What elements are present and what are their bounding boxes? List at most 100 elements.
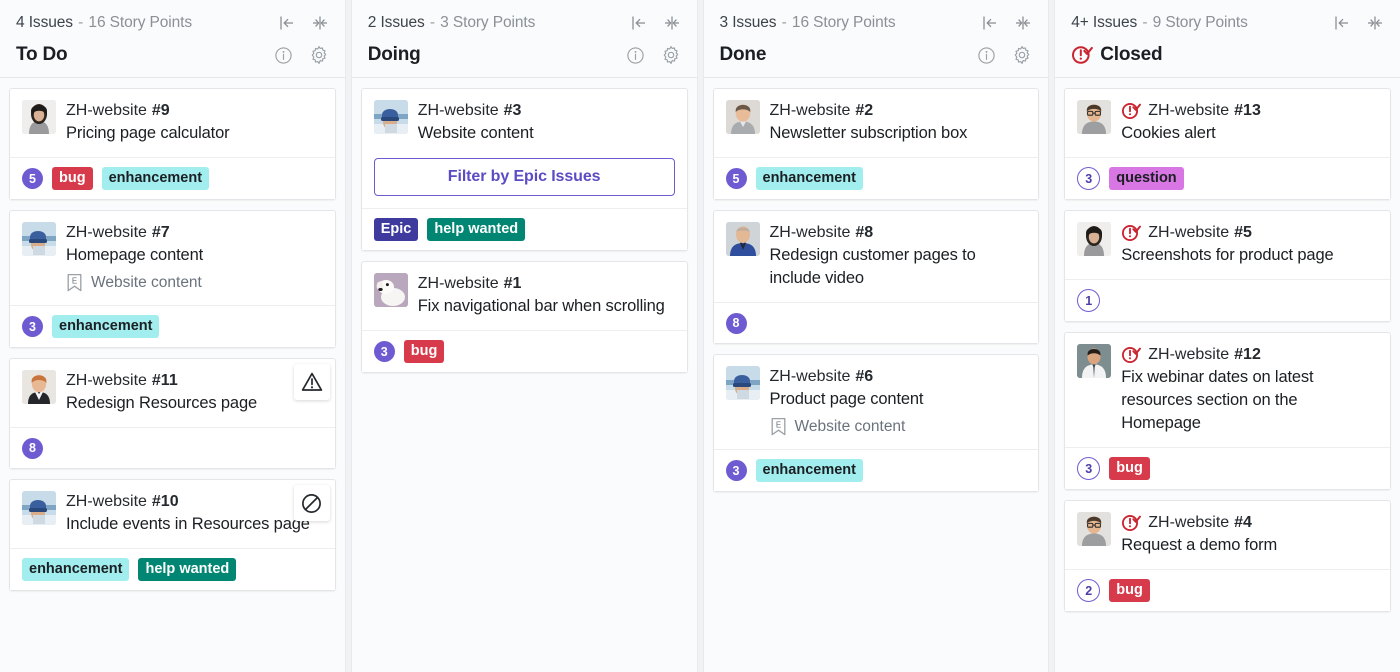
- story-points-badge[interactable]: 8: [725, 312, 747, 334]
- label-chip[interactable]: bug: [1109, 457, 1150, 480]
- issue-card[interactable]: ZH-website #7 Homepage content E Website con…: [9, 210, 336, 348]
- story-points-badge[interactable]: 3: [1077, 167, 1101, 190]
- gear-icon[interactable]: [309, 45, 329, 65]
- epic-link[interactable]: E Website content: [770, 417, 1027, 437]
- issue-reference: ZH-website #3: [418, 100, 675, 121]
- info-icon[interactable]: [977, 46, 996, 65]
- board-column-doing: 2 Issues - 3 Story Points Doing ZH-website…: [351, 0, 697, 672]
- avatar[interactable]: [22, 491, 56, 525]
- collapse-left-icon[interactable]: [1333, 14, 1351, 32]
- filter-by-epic-issues-button[interactable]: Filter by Epic Issues: [373, 158, 675, 196]
- collapse-left-icon[interactable]: [981, 14, 999, 32]
- label-chip[interactable]: bug: [1109, 579, 1150, 602]
- issue-title[interactable]: Fix webinar dates on latest resources se…: [1121, 366, 1378, 435]
- board-column-closed: 4+ Issues - 9 Story Points Closed ZH-websi…: [1055, 0, 1400, 672]
- info-icon[interactable]: [274, 46, 293, 65]
- label-chip[interactable]: bug: [403, 340, 445, 363]
- collapse-both-icon[interactable]: [663, 14, 681, 32]
- issue-number: #2: [855, 102, 874, 119]
- issue-title[interactable]: Include events in Resources page: [66, 513, 323, 536]
- issue-number: #10: [151, 493, 179, 510]
- column-title-label: Doing: [367, 44, 421, 65]
- avatar[interactable]: [725, 366, 760, 400]
- collapse-both-icon[interactable]: [311, 14, 329, 32]
- issue-card-footer: 2 bug: [1065, 569, 1390, 611]
- issue-card[interactable]: ZH-website #3 Website content Filter by Epi…: [360, 88, 688, 251]
- issue-repo-name: ZH-website: [66, 493, 147, 510]
- collapse-left-icon[interactable]: [630, 14, 648, 32]
- avatar[interactable]: [22, 100, 56, 134]
- issue-card[interactable]: ZH-website #1 Fix navigational bar when sc…: [360, 261, 688, 373]
- issue-repo-name: ZH-website: [769, 368, 851, 385]
- issue-title[interactable]: Fix navigational bar when scrolling: [418, 295, 675, 318]
- issue-title[interactable]: Cookies alert: [1121, 122, 1378, 145]
- label-chip[interactable]: help wanted: [427, 218, 526, 241]
- story-points-badge[interactable]: 3: [725, 460, 747, 481]
- avatar[interactable]: [1077, 344, 1112, 378]
- issue-title[interactable]: Pricing page calculator: [66, 122, 323, 145]
- issue-number: #13: [1234, 102, 1261, 119]
- issue-card[interactable]: ZH-website #9 Pricing page calculator 5 bug e…: [9, 88, 336, 200]
- avatar[interactable]: [725, 222, 760, 256]
- label-chip[interactable]: enhancement: [755, 167, 863, 190]
- issue-card-text: ZH-website #2 Newsletter subscription box: [770, 100, 1027, 145]
- story-points-badge[interactable]: 5: [725, 168, 747, 189]
- issue-card[interactable]: ZH-website #13 Cookies alert 3 question: [1064, 88, 1391, 200]
- gear-icon[interactable]: [1012, 45, 1032, 65]
- label-chip[interactable]: help wanted: [138, 558, 237, 581]
- avatar[interactable]: [22, 370, 56, 404]
- column-stats-separator: -: [1138, 14, 1152, 31]
- issue-card[interactable]: ZH-website #8 Redesign customer pages to i…: [712, 210, 1040, 344]
- issue-card[interactable]: ZH-website #11 Redesign Resources page 8: [9, 358, 336, 469]
- issue-card[interactable]: ZH-website #6 Product page content E Website…: [712, 354, 1040, 492]
- collapse-left-icon[interactable]: [278, 14, 296, 32]
- info-icon[interactable]: [626, 46, 645, 65]
- story-points-badge[interactable]: 1: [1077, 289, 1101, 312]
- avatar[interactable]: [1077, 100, 1112, 134]
- story-points-badge[interactable]: 3: [373, 341, 395, 362]
- warning-triangle-icon[interactable]: [293, 364, 330, 400]
- story-points-badge[interactable]: 3: [22, 316, 43, 337]
- epic-link[interactable]: E Website content: [66, 273, 323, 293]
- story-points-badge[interactable]: 3: [1077, 457, 1101, 480]
- label-chip[interactable]: enhancement: [22, 558, 130, 581]
- board-column-todo: 4 Issues - 16 Story Points To Do ZH-websit…: [0, 0, 345, 672]
- column-story-points: 16 Story Points: [791, 14, 896, 31]
- issue-card[interactable]: ZH-website #5 Screenshots for product page…: [1064, 210, 1391, 322]
- story-points-badge[interactable]: 5: [22, 168, 43, 189]
- label-chip[interactable]: bug: [52, 167, 93, 190]
- issue-title[interactable]: Screenshots for product page: [1121, 244, 1378, 267]
- issue-card[interactable]: ZH-website #10 Include events in Resources…: [9, 479, 336, 591]
- issue-card[interactable]: ZH-website #2 Newsletter subscription box 5…: [712, 88, 1040, 200]
- blocked-icon[interactable]: [293, 485, 330, 521]
- collapse-both-icon[interactable]: [1366, 14, 1384, 32]
- column-header: 3 Issues - 16 Story Points Done: [703, 0, 1049, 78]
- avatar[interactable]: [22, 222, 56, 256]
- column-title: Done: [720, 44, 767, 66]
- label-chip[interactable]: enhancement: [52, 315, 160, 338]
- avatar[interactable]: [725, 100, 760, 134]
- avatar[interactable]: [373, 273, 408, 307]
- avatar[interactable]: [1077, 512, 1112, 546]
- story-points-badge[interactable]: 2: [1077, 579, 1101, 602]
- gear-icon[interactable]: [661, 45, 681, 65]
- issue-card-footer: 8: [10, 427, 335, 468]
- label-chip[interactable]: Epic: [373, 218, 419, 241]
- issue-title[interactable]: Newsletter subscription box: [770, 122, 1027, 145]
- story-points-badge[interactable]: 8: [22, 437, 43, 459]
- issue-card[interactable]: ZH-website #12 Fix webinar dates on latest…: [1064, 332, 1391, 490]
- issue-title[interactable]: Homepage content: [66, 244, 323, 267]
- avatar[interactable]: [373, 100, 408, 134]
- issue-title[interactable]: Product page content: [770, 388, 1027, 411]
- label-chip[interactable]: question: [1109, 167, 1184, 190]
- avatar[interactable]: [1077, 222, 1112, 256]
- issue-title[interactable]: Redesign Resources page: [66, 392, 323, 415]
- collapse-both-icon[interactable]: [1014, 14, 1032, 32]
- column-stats: 4 Issues - 16 Story Points: [16, 14, 192, 32]
- label-chip[interactable]: enhancement: [755, 459, 863, 482]
- issue-card[interactable]: ZH-website #4 Request a demo form 2 bug: [1064, 500, 1391, 612]
- label-chip[interactable]: enhancement: [101, 167, 210, 190]
- issue-title[interactable]: Website content: [418, 122, 675, 145]
- issue-title[interactable]: Request a demo form: [1121, 534, 1378, 557]
- issue-title[interactable]: Redesign customer pages to include video: [770, 244, 1027, 290]
